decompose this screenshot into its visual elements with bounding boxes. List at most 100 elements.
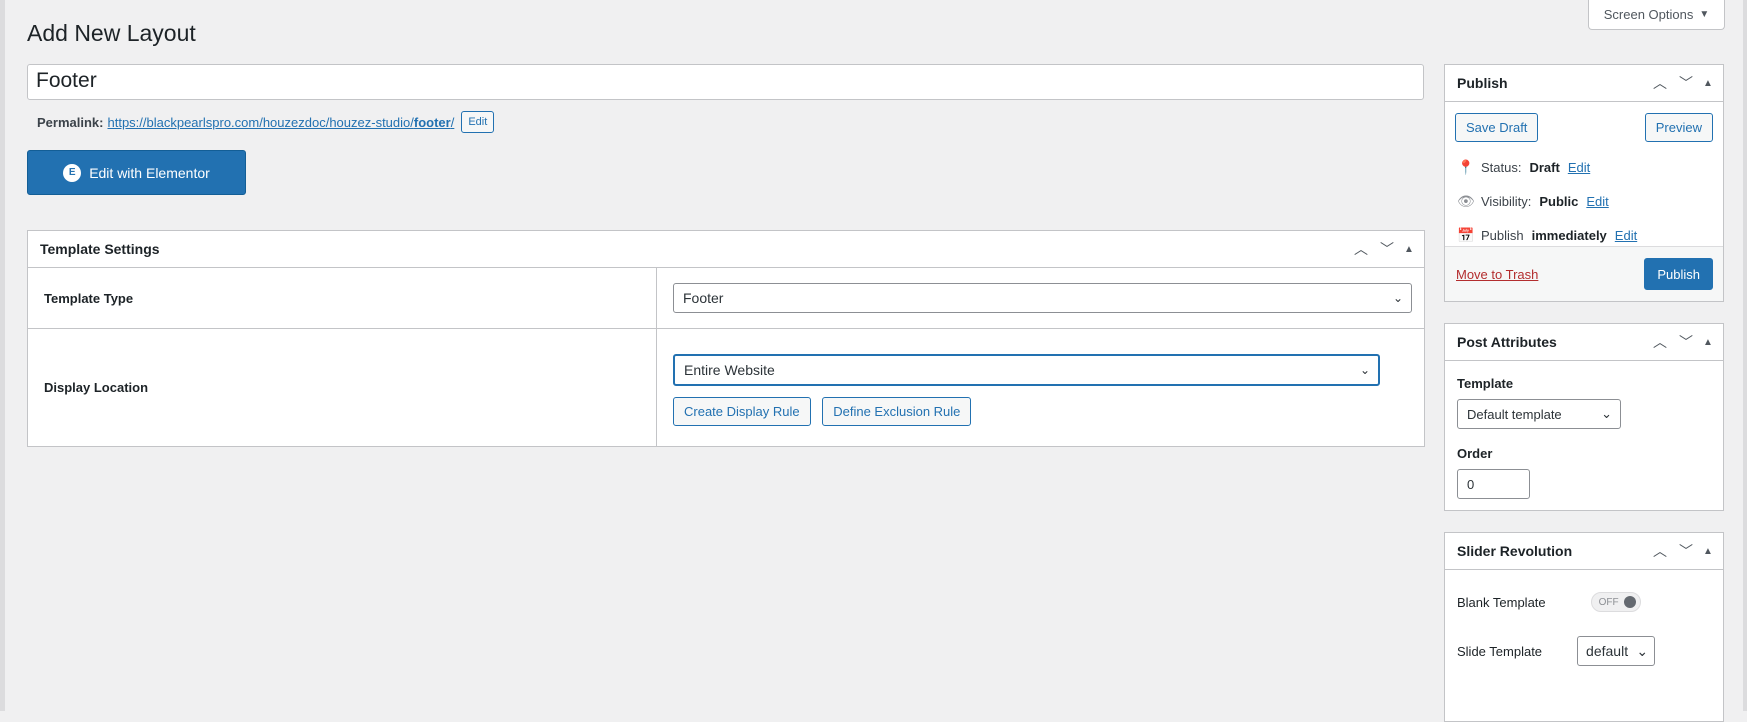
box-controls: ︿ ﹀ ▲ [1647,541,1723,561]
move-down-icon[interactable]: ﹀ [1673,541,1699,561]
move-up-icon[interactable]: ︿ [1647,541,1673,561]
permalink: Permalink: https://blackpearlspro.com/ho… [37,111,495,133]
save-draft-button[interactable]: Save Draft [1455,113,1539,142]
post-title-input[interactable]: Footer [27,64,1424,100]
display-location-label: Display Location [28,329,657,446]
display-location-select[interactable]: Entire Website ⌄ [673,354,1380,386]
preview-button[interactable]: Preview [1644,113,1713,142]
template-type-row: Template Type Footer ⌄ [28,268,1424,329]
post-attributes-title: Post Attributes [1457,334,1557,350]
calendar-icon: 📅 [1457,226,1475,243]
post-attributes-header: Post Attributes ︿ ﹀ ▲ [1445,324,1723,361]
page-template-value: Default template [1467,406,1562,422]
visibility-label: Visibility: [1481,193,1532,209]
publish-title: Publish [1457,75,1508,91]
publish-major-actions: Move to Trash Publish [1445,246,1723,301]
chevron-down-icon: ⌄ [1392,291,1403,305]
visibility-line: 👁 Visibility: Public Edit [1457,184,1713,218]
move-up-icon[interactable]: ︿ [1647,332,1673,352]
status-value: Draft [1529,159,1560,175]
schedule-value: immediately [1531,227,1607,243]
edit-with-elementor-label: Edit with Elementor [89,164,210,181]
toggle-panel-icon[interactable]: ▲ [1699,337,1717,348]
chevron-down-icon: ⌄ [1636,642,1649,659]
move-up-icon[interactable]: ︿ [1348,239,1374,259]
template-type-cell: Footer ⌄ [657,268,1424,328]
create-display-rule-button[interactable]: Create Display Rule [673,397,811,426]
template-type-label: Template Type [28,268,657,328]
permalink-base: https://blackpearlspro.com/houzezdoc/hou… [107,114,414,130]
template-settings-header: Template Settings ︿ ﹀ ▲ [28,231,1424,268]
permalink-trail: / [450,114,455,130]
toggle-panel-icon[interactable]: ▲ [1699,78,1717,89]
screen-options-label: Screen Options [1603,7,1694,22]
display-location-value: Entire Website [684,362,775,378]
box-controls: ︿ ﹀ ▲ [1647,73,1723,93]
slider-revolution-header: Slider Revolution ︿ ﹀ ▲ [1445,533,1723,570]
schedule-edit-link[interactable]: Edit [1615,228,1637,243]
template-type-value: Footer [683,290,724,306]
toggle-knob [1623,596,1636,608]
slider-revolution-title: Slider Revolution [1457,543,1573,559]
page-template-select[interactable]: Default template ⌄ [1457,399,1621,429]
move-down-icon[interactable]: ﹀ [1374,239,1400,259]
toggle-state: OFF [1598,596,1619,608]
blank-template-label: Blank Template [1457,594,1546,610]
status-line: 📍 Status: Draft Edit [1457,150,1713,184]
move-to-trash-link[interactable]: Move to Trash [1456,267,1538,282]
elementor-icon: E [63,163,82,182]
rule-buttons: Create Display Rule Define Exclusion Rul… [673,397,1412,426]
slide-template-value: default [1586,643,1629,659]
toggle-wrap: OFF [1546,592,1711,612]
publish-actions: Save Draft Preview [1445,102,1723,142]
order-label: Order [1457,446,1493,461]
order-input[interactable]: 0 [1457,469,1530,499]
box-controls: ︿ ﹀ ▲ [1348,239,1424,259]
post-attributes-body: Template Default template ⌄ Order 0 [1445,361,1723,499]
blank-template-row: Blank Template OFF [1445,570,1723,626]
slide-template-select[interactable]: default ⌄ [1577,636,1656,666]
permalink-slug: footer [413,114,451,130]
display-location-row: Display Location Entire Website ⌄ Create… [28,329,1424,446]
visibility-value: Public [1539,193,1579,209]
permalink-link[interactable]: https://blackpearlspro.com/houzezdoc/hou… [107,115,454,130]
caret-down-icon: ▼ [1699,9,1710,20]
move-down-icon[interactable]: ﹀ [1673,73,1699,93]
screen-options-button[interactable]: Screen Options ▼ [1588,0,1725,30]
slide-template-wrap: default ⌄ [1542,636,1711,666]
slide-template-row: Slide Template default ⌄ [1445,626,1723,676]
left-edge [0,0,5,711]
toggle-panel-icon[interactable]: ▲ [1400,244,1418,255]
slide-template-label: Slide Template [1457,643,1543,659]
publish-box: Publish ︿ ﹀ ▲ Save Draft Preview 📍 Statu… [1444,64,1724,302]
publish-header: Publish ︿ ﹀ ▲ [1445,65,1723,102]
template-label: Template [1457,376,1514,391]
publish-misc: 📍 Status: Draft Edit 👁 Visibility: Publi… [1445,142,1723,252]
status-edit-link[interactable]: Edit [1568,160,1590,175]
chevron-down-icon: ⌄ [1601,406,1612,421]
toggle-panel-icon[interactable]: ▲ [1699,546,1717,557]
blank-template-toggle[interactable]: OFF [1590,592,1641,612]
permalink-label: Permalink: [37,114,104,130]
scrollbar-track[interactable] [1743,0,1747,711]
eye-icon: 👁 [1457,192,1475,209]
move-up-icon[interactable]: ︿ [1647,73,1673,93]
status-label: Status: [1481,159,1522,175]
chevron-down-icon: ⌄ [1359,363,1370,377]
move-down-icon[interactable]: ﹀ [1673,332,1699,352]
visibility-edit-link[interactable]: Edit [1586,194,1608,209]
display-location-cell: Entire Website ⌄ Create Display Rule Def… [657,329,1424,446]
post-attributes-box: Post Attributes ︿ ﹀ ▲ Template Default t… [1444,323,1724,511]
schedule-label: Publish [1481,227,1524,243]
page-title: Add New Layout [27,20,196,46]
template-settings-title: Template Settings [40,241,160,257]
template-type-select[interactable]: Footer ⌄ [673,283,1412,313]
publish-button[interactable]: Publish [1644,258,1713,290]
pin-icon: 📍 [1457,158,1475,175]
box-controls: ︿ ﹀ ▲ [1647,332,1723,352]
template-settings-box: Template Settings ︿ ﹀ ▲ Template Type Fo… [27,230,1425,447]
slider-revolution-box: Slider Revolution ︿ ﹀ ▲ Blank Template O… [1444,532,1724,722]
permalink-edit-button[interactable]: Edit [461,111,495,133]
define-exclusion-rule-button[interactable]: Define Exclusion Rule [822,397,972,426]
edit-with-elementor-button[interactable]: E Edit with Elementor [27,150,246,195]
